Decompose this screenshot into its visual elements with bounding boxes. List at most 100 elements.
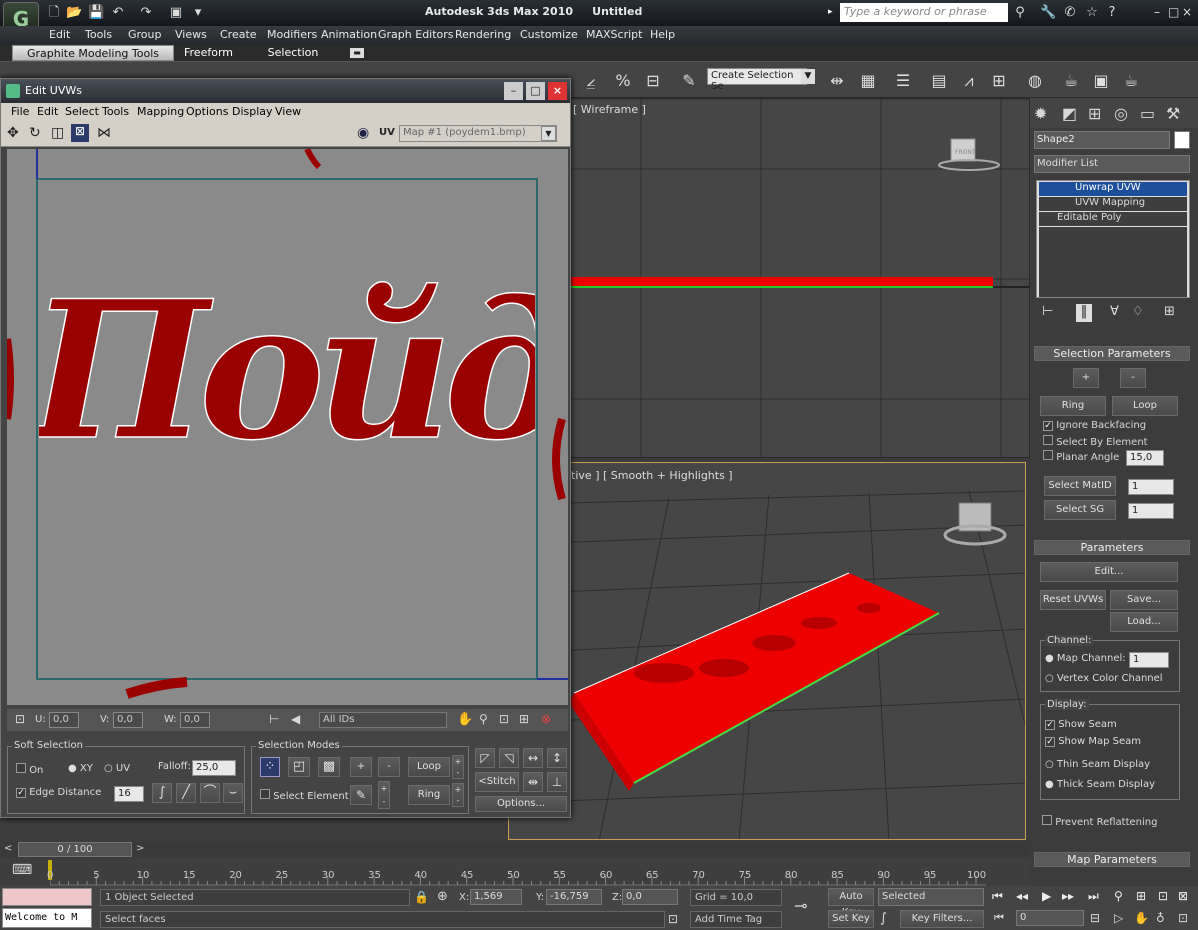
zoom-extents-selected-icon[interactable]: ⊡ xyxy=(1158,889,1168,903)
menu-animation[interactable]: Animation xyxy=(321,28,377,41)
field-of-view-icon[interactable]: ▷ xyxy=(1114,911,1123,925)
mirror-icon[interactable]: ⋈ xyxy=(97,125,111,141)
shrink-selection-button[interactable]: - xyxy=(1120,368,1146,388)
schematic-view-icon[interactable]: ⊞ xyxy=(988,70,1010,92)
planar-angle-spinner[interactable]: 15,0 xyxy=(1126,450,1164,466)
selection-lock-icon[interactable]: 🔒 xyxy=(414,890,429,904)
load-button[interactable]: Load... xyxy=(1110,612,1178,632)
ignore-backfacing-checkbox[interactable]: ✓ Ignore Backfacing xyxy=(1043,420,1146,431)
show-end-result-icon[interactable]: ‖ xyxy=(1076,304,1092,322)
lock-icon[interactable]: ⊢ xyxy=(269,712,279,726)
uvw-ring-button[interactable]: Ring xyxy=(408,785,450,805)
minimize-button[interactable]: – xyxy=(1154,5,1160,19)
previous-frame-icon[interactable]: ◂◂ xyxy=(1016,889,1028,903)
contract-selection-button[interactable]: - xyxy=(378,757,400,777)
rotate-cw-icon[interactable]: ◸ xyxy=(475,748,495,768)
key-mode-toggle-icon[interactable]: ⏮ xyxy=(994,911,1004,925)
select-by-element-checkbox[interactable]: Select By Element xyxy=(1043,435,1148,448)
display-tab-icon[interactable]: ▭ xyxy=(1140,104,1155,123)
project-folder-icon[interactable]: ▣ xyxy=(168,5,184,21)
save-icon[interactable]: 💾 xyxy=(88,5,104,21)
uvw-maximize-button[interactable]: □ xyxy=(526,82,545,100)
create-tab-icon[interactable]: ✹ xyxy=(1034,104,1047,123)
ids-dropdown[interactable]: All IDs xyxy=(319,712,447,728)
new-file-icon[interactable]: 🗋 xyxy=(46,5,62,21)
tools-icon[interactable]: 🔧 xyxy=(1040,5,1056,21)
uvw-menu-select[interactable]: Select xyxy=(65,105,99,118)
uvw-menu-options[interactable]: Options xyxy=(186,105,228,118)
matid-spinner[interactable]: 1 xyxy=(1128,479,1174,495)
v-spinner[interactable]: 0,0 xyxy=(113,712,143,728)
menu-customize[interactable]: Customize xyxy=(520,28,578,41)
falloff-linear-icon[interactable]: ∫ xyxy=(152,783,172,803)
undo-icon[interactable]: ↶ xyxy=(110,5,126,21)
edit-uvws-button[interactable]: Edit... xyxy=(1040,562,1178,582)
u-spinner[interactable]: 0,0 xyxy=(49,712,79,728)
modifier-list-dropdown[interactable]: Modifier List xyxy=(1034,155,1190,173)
uvw-minimize-button[interactable]: – xyxy=(504,82,523,100)
perspective-viewport[interactable]: ctive ] [ Smooth + Highlights ] xyxy=(508,462,1026,840)
parameters-header[interactable]: Parameters xyxy=(1034,540,1190,556)
next-frame-icon[interactable]: ▸▸ xyxy=(1062,889,1074,903)
menu-edit[interactable]: Edit xyxy=(49,28,70,41)
snap-icon[interactable]: ⦤ xyxy=(580,70,602,92)
checker-icon[interactable]: ◉ xyxy=(357,125,369,141)
pan-icon[interactable]: ✋ xyxy=(457,712,473,727)
communication-icon[interactable]: ✆ xyxy=(1062,5,1078,21)
motion-tab-icon[interactable]: ◎ xyxy=(1114,104,1128,123)
ring-spinner[interactable]: + - xyxy=(452,783,464,807)
mirror-horizontal-icon[interactable]: ↔ xyxy=(523,748,543,768)
search-input[interactable]: Type a keyword or phrase xyxy=(840,3,1008,22)
orbit-icon[interactable]: ♁ xyxy=(1156,911,1165,925)
map-dropdown[interactable]: Map #1 (poydem1.bmp) xyxy=(399,125,557,142)
pan-view-icon[interactable]: ✋ xyxy=(1134,911,1149,925)
loop-button[interactable]: Loop xyxy=(1112,396,1178,416)
current-frame-field[interactable]: 0 xyxy=(1016,910,1084,926)
paint-size-spinner[interactable]: + - xyxy=(378,781,390,809)
mirror-vertical-icon[interactable]: ↕ xyxy=(547,748,567,768)
spinner-snap-icon[interactable]: ⊟ xyxy=(642,70,664,92)
go-to-end-icon[interactable]: ⏭ xyxy=(1088,889,1099,904)
uvw-menu-view[interactable]: View xyxy=(275,105,301,118)
thick-seam-display-radio[interactable]: ● Thick Seam Display xyxy=(1045,779,1155,790)
edge-distance-spinner[interactable]: 16 xyxy=(114,786,144,802)
uvw-menu-display[interactable]: Display xyxy=(232,105,273,118)
map-parameters-header[interactable]: Map Parameters xyxy=(1034,852,1190,868)
uvw-menu-mapping[interactable]: Mapping xyxy=(137,105,184,118)
rendered-frame-icon[interactable]: ▣ xyxy=(1090,70,1112,92)
curve-editor-icon[interactable]: ⩘ xyxy=(958,70,980,92)
menu-graph-editors[interactable]: Graph Editors xyxy=(378,28,454,41)
zoom-extents-all-icon[interactable]: ⊠ xyxy=(1178,889,1188,903)
maximize-button[interactable]: □ xyxy=(1168,5,1179,19)
add-time-tag[interactable]: Add Time Tag xyxy=(690,911,782,928)
zoom-region-icon[interactable]: ⊡ xyxy=(499,712,509,726)
rotate-icon[interactable]: ↻ xyxy=(29,125,41,141)
time-slider-prev-icon[interactable]: < xyxy=(4,843,12,854)
tab-graphite-modeling-tools[interactable]: Graphite Modeling Tools xyxy=(12,45,174,61)
maxscript-listener-top[interactable] xyxy=(2,888,92,906)
key-filters-button[interactable]: Key Filters... xyxy=(900,910,984,928)
menu-maxscript[interactable]: MAXScript xyxy=(586,28,642,41)
chevron-down-icon[interactable]: ▼ xyxy=(541,126,556,141)
map-channel-spinner[interactable]: 1 xyxy=(1129,652,1169,668)
stitch-button[interactable]: <Stitch xyxy=(475,772,519,792)
maximize-viewport-icon[interactable]: ⊡ xyxy=(1178,911,1188,925)
thin-seam-display-radio[interactable]: ○ Thin Seam Display xyxy=(1045,759,1150,770)
select-sg-button[interactable]: Select SG xyxy=(1044,500,1116,520)
tangent-icon[interactable]: ∫ xyxy=(880,911,887,926)
render-setup-icon[interactable]: ☕ xyxy=(1060,70,1082,92)
redo-icon[interactable]: ↷ xyxy=(138,5,154,21)
mirror-icon[interactable]: ⇹ xyxy=(826,70,848,92)
select-matid-button[interactable]: Select MatID xyxy=(1044,476,1116,496)
map-channel-radio[interactable]: ● Map Channel: xyxy=(1045,653,1126,664)
time-slider-next-icon[interactable]: > xyxy=(136,843,144,854)
z-coord-field[interactable]: 0,0 xyxy=(622,889,678,905)
help-icon[interactable]: ? xyxy=(1104,5,1120,21)
freeform-mode-icon[interactable]: ⊠ xyxy=(71,124,89,142)
modify-tab-icon[interactable]: ◩ xyxy=(1062,104,1077,123)
menu-help[interactable]: Help xyxy=(650,28,675,41)
reset-uvws-button[interactable]: Reset UVWs xyxy=(1040,590,1106,610)
soft-selection-on-checkbox[interactable]: On xyxy=(16,763,43,776)
ring-button[interactable]: Ring xyxy=(1040,396,1106,416)
close-button[interactable]: × xyxy=(1182,5,1192,19)
